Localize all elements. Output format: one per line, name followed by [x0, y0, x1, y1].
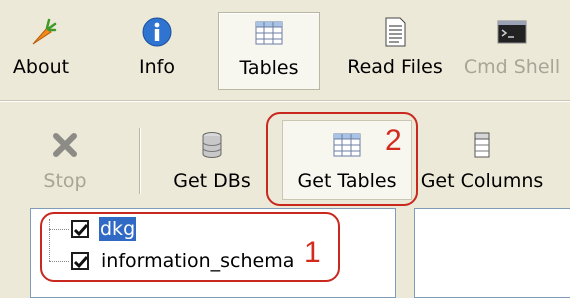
- info-label: Info: [139, 56, 175, 78]
- tables-panel[interactable]: [414, 208, 570, 298]
- table-icon: [255, 21, 283, 45]
- tables-tab-button[interactable]: Tables: [218, 12, 320, 90]
- document-icon: [385, 17, 406, 47]
- read-files-button[interactable]: Read Files: [340, 12, 450, 88]
- get-columns-label: Get Columns: [420, 170, 544, 192]
- annotation-number: 2: [385, 124, 402, 157]
- terminal-icon: [497, 20, 527, 44]
- get-columns-button[interactable]: Get Columns: [418, 120, 546, 200]
- carrot-icon: [32, 18, 57, 45]
- read-files-label: Read Files: [347, 56, 443, 78]
- action-separator: [139, 128, 141, 194]
- main-toolbar: About Info Tables Read Files Cmd Shell: [0, 0, 570, 100]
- columns-icon: [474, 132, 490, 158]
- cmd-shell-label: Cmd Shell: [463, 56, 561, 78]
- annotation-number: 1: [304, 236, 321, 269]
- stop-label: Stop: [43, 170, 87, 192]
- stop-button[interactable]: Stop: [30, 120, 100, 200]
- about-label: About: [12, 56, 70, 78]
- info-icon: [142, 17, 172, 47]
- get-dbs-label: Get DBs: [173, 170, 251, 192]
- database-icon: [202, 132, 222, 158]
- get-dbs-button[interactable]: Get DBs: [166, 120, 258, 200]
- cmd-shell-button[interactable]: Cmd Shell: [462, 12, 562, 88]
- toolbar-separator: [0, 100, 570, 102]
- annotation-box-databases: [40, 212, 340, 282]
- info-button[interactable]: Info: [124, 12, 190, 88]
- stop-x-icon: [53, 133, 77, 157]
- tables-label: Tables: [239, 57, 299, 79]
- about-button[interactable]: About: [6, 12, 76, 88]
